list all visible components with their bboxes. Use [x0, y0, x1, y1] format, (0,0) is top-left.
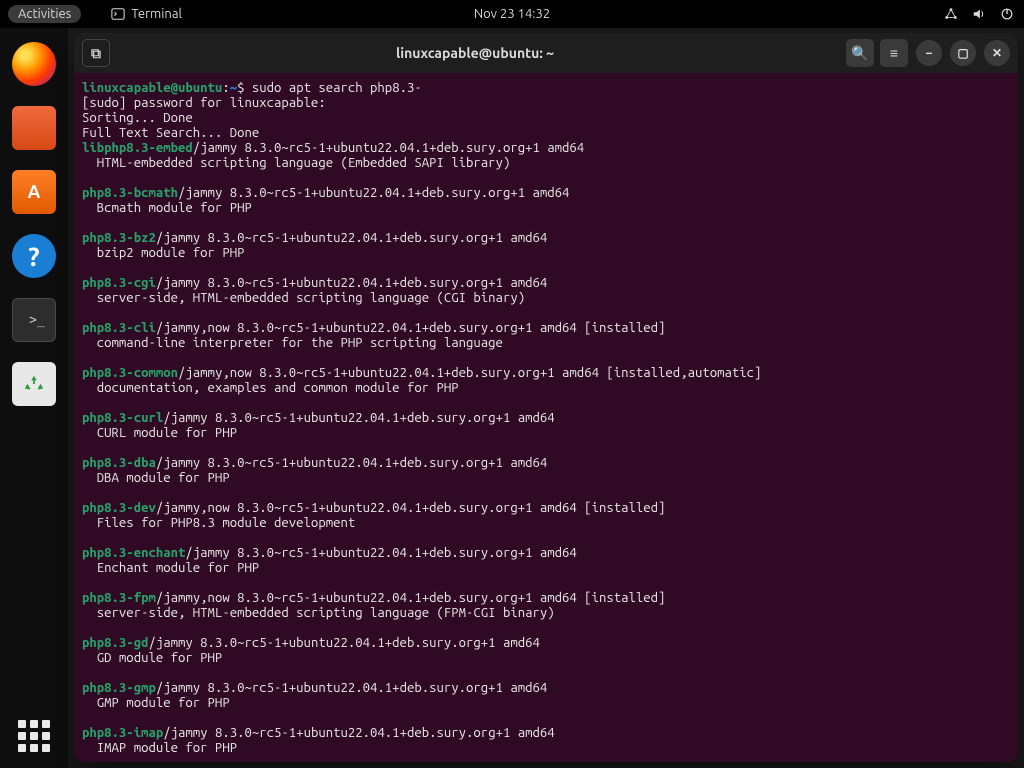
dock-help[interactable]: ?	[12, 234, 56, 278]
clock[interactable]: Nov 23 14:32	[474, 7, 550, 21]
dock-firefox[interactable]	[12, 42, 56, 86]
search-button[interactable]: 🔍	[846, 39, 874, 67]
terminal-window: ⧉ linuxcapable@ubuntu: ~ 🔍 ≡ – ▢ ✕ linux…	[74, 33, 1018, 762]
maximize-button[interactable]: ▢	[950, 40, 976, 66]
network-icon[interactable]	[944, 7, 958, 21]
ubuntu-dock: ? >_	[0, 28, 68, 768]
top-bar-app-menu[interactable]: Terminal	[111, 7, 182, 21]
minimize-button[interactable]: –	[916, 40, 942, 66]
dock-trash[interactable]	[12, 362, 56, 406]
dock-show-applications[interactable]	[18, 720, 50, 752]
top-bar-app-label: Terminal	[131, 7, 182, 21]
window-title: linuxcapable@ubuntu: ~	[110, 45, 840, 61]
gnome-top-bar: Activities Terminal Nov 23 14:32	[0, 0, 1024, 28]
power-icon[interactable]	[1000, 7, 1014, 21]
volume-icon[interactable]	[972, 7, 986, 21]
terminal-content[interactable]: linuxcapable@ubuntu:~$ sudo apt search p…	[74, 73, 1018, 762]
dock-terminal[interactable]: >_	[12, 298, 56, 342]
hamburger-menu-button[interactable]: ≡	[880, 39, 908, 67]
dock-software[interactable]	[12, 170, 56, 214]
close-button[interactable]: ✕	[984, 40, 1010, 66]
activities-button[interactable]: Activities	[8, 5, 81, 23]
new-tab-button[interactable]: ⧉	[82, 39, 110, 67]
terminal-titlebar: ⧉ linuxcapable@ubuntu: ~ 🔍 ≡ – ▢ ✕	[74, 33, 1018, 73]
terminal-icon	[111, 7, 125, 21]
recycle-icon	[23, 373, 45, 395]
dock-files[interactable]	[12, 106, 56, 150]
